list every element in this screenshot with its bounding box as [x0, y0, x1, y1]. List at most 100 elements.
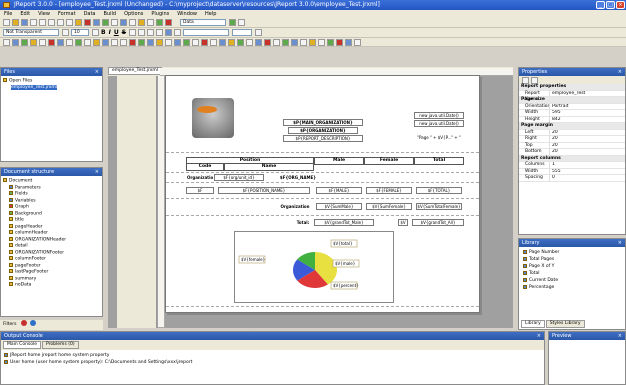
layout-tool-icon[interactable] — [246, 38, 253, 46]
org-sum-male[interactable]: $V{SumMale} — [316, 203, 362, 210]
layout-tool-icon[interactable] — [255, 38, 262, 46]
logo-image[interactable] — [192, 98, 234, 138]
layout-tool-icon[interactable] — [174, 38, 181, 46]
menu-file[interactable]: File — [0, 10, 16, 18]
close-icon[interactable]: × — [618, 239, 622, 247]
redo-icon[interactable] — [66, 19, 73, 26]
library-item[interactable]: Total Pages — [519, 256, 625, 263]
org-sum-female[interactable]: $V{SumFemale} — [366, 203, 412, 210]
layout-tool-icon[interactable] — [210, 38, 217, 46]
layout-tool-icon[interactable] — [264, 38, 271, 46]
barcode-tool-icon[interactable] — [138, 19, 145, 26]
tree-item[interactable]: noData — [3, 282, 100, 289]
page-number-field[interactable]: "Page " + $V{P..." + " — [414, 134, 464, 141]
undo-icon[interactable] — [57, 19, 64, 26]
main-organization-field[interactable]: $P{MAIN_ORGANIZATION} — [283, 119, 363, 126]
layout-tool-icon[interactable] — [57, 38, 64, 46]
layout-tool-icon[interactable] — [282, 38, 289, 46]
close-icon[interactable]: × — [537, 332, 541, 340]
close-icon[interactable]: × — [618, 332, 622, 340]
tab-styles-library[interactable]: Styles Library — [545, 320, 585, 328]
filter-blue-icon[interactable] — [30, 320, 37, 326]
date-field-2[interactable]: new java.util.Date() — [414, 120, 464, 127]
org-sum-total[interactable]: $V{SumTotalFemale} — [416, 203, 462, 210]
open-icon[interactable] — [12, 19, 19, 26]
layout-tool-icon[interactable] — [237, 38, 244, 46]
layout-tool-icon[interactable] — [228, 38, 235, 46]
run-icon[interactable] — [165, 19, 172, 26]
menu-plugins[interactable]: Plugins — [147, 10, 173, 18]
layout-tool-icon[interactable] — [201, 38, 208, 46]
layout-tool-icon[interactable] — [354, 38, 361, 46]
font-size-select[interactable]: 10 — [71, 29, 89, 36]
layout-tool-icon[interactable] — [336, 38, 343, 46]
grand-total-all[interactable]: $V{grandTot_All} — [412, 219, 464, 226]
new-icon[interactable] — [3, 19, 10, 26]
layout-tool-icon[interactable] — [3, 38, 10, 46]
organization-field[interactable]: $P{ORGANIZATION} — [288, 127, 358, 134]
layout-tool-icon[interactable] — [345, 38, 352, 46]
layout-tool-icon[interactable] — [138, 38, 145, 46]
date-field-1[interactable]: new java.util.Date() — [414, 112, 464, 119]
filter-red-icon[interactable] — [20, 320, 27, 326]
menu-format[interactable]: Format — [54, 10, 80, 18]
align-left-icon[interactable] — [129, 29, 137, 36]
org-id-field[interactable]: $F{org/unit_id} — [214, 174, 264, 181]
sort-alpha-icon[interactable] — [531, 76, 538, 84]
layout-tool-icon[interactable] — [192, 38, 199, 46]
menu-help[interactable]: Help — [201, 10, 220, 18]
align-right-icon[interactable] — [147, 29, 155, 36]
position-id-field[interactable]: $F — [186, 187, 214, 194]
male-field[interactable]: $F{MALE} — [316, 187, 362, 194]
preview-icon[interactable] — [229, 19, 236, 26]
header-code[interactable]: Code — [186, 163, 224, 171]
layout-tool-icon[interactable] — [48, 38, 55, 46]
layout-tool-icon[interactable] — [75, 38, 82, 46]
layout-tool-icon[interactable] — [183, 38, 190, 46]
header-female[interactable]: Female — [364, 157, 414, 165]
org-label[interactable]: Organization — [186, 174, 214, 181]
close-icon[interactable]: × — [618, 68, 622, 76]
header-male[interactable]: Male — [314, 157, 364, 165]
close-icon[interactable]: × — [95, 68, 99, 76]
subreport-tool-icon[interactable] — [120, 19, 127, 26]
menu-build[interactable]: Build — [100, 10, 121, 18]
layout-tool-icon[interactable] — [111, 38, 118, 46]
tab-library[interactable]: Library — [521, 320, 545, 328]
library-item[interactable]: Page Number — [519, 249, 625, 256]
image-tool-icon[interactable] — [102, 19, 109, 26]
transparency-select[interactable]: Not Transparent — [3, 29, 59, 36]
library-item[interactable]: Percentage — [519, 284, 625, 291]
bring-front-icon[interactable] — [255, 29, 263, 36]
line-tool-icon[interactable] — [84, 19, 91, 26]
layout-tool-icon[interactable] — [273, 38, 280, 46]
style-select[interactable] — [183, 29, 230, 36]
layout-tool-icon[interactable] — [300, 38, 307, 46]
layout-tool-icon[interactable] — [129, 38, 136, 46]
layout-tool-icon[interactable] — [120, 38, 127, 46]
library-item[interactable]: Current Date — [519, 277, 625, 284]
tab-problems[interactable]: Problems (0) — [42, 341, 79, 349]
text-tool-icon[interactable] — [75, 19, 82, 26]
menu-window[interactable]: Window — [173, 10, 201, 18]
rectangle-tool-icon[interactable] — [93, 19, 100, 26]
maximize-button[interactable]: □ — [606, 1, 615, 9]
header-total[interactable]: Total — [414, 157, 464, 165]
org-name-field[interactable]: $F{ORG_NAME} — [268, 174, 328, 181]
menu-data[interactable]: Data — [80, 10, 100, 18]
layout-tool-icon[interactable] — [12, 38, 19, 46]
paste-icon[interactable] — [48, 19, 55, 26]
position-name-field[interactable]: $F{POSITION_NAME} — [218, 187, 310, 194]
sort-category-icon[interactable] — [522, 76, 529, 84]
align-center-icon[interactable] — [138, 29, 146, 36]
library-item[interactable]: Page X of Y — [519, 263, 625, 270]
underline-button[interactable]: U — [114, 29, 119, 36]
layout-tool-icon[interactable] — [30, 38, 37, 46]
female-field[interactable]: $F{FEMALE} — [366, 187, 412, 194]
italic-button[interactable]: I — [109, 29, 111, 36]
layout-tool-icon[interactable] — [165, 38, 172, 46]
tree-item-file[interactable]: employee_Test.jrxml — [3, 84, 100, 92]
grand-total-male[interactable]: $V{grandTot_Male} — [314, 219, 374, 226]
grand-total-female[interactable]: $V — [398, 219, 408, 226]
layout-tool-icon[interactable] — [102, 38, 109, 46]
